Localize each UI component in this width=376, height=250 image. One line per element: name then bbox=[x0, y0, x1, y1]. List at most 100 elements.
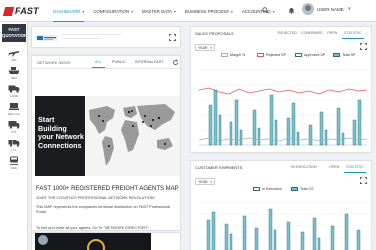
news-subline: JOINT THE LOGISTICS PROFESSIONAL NETWORK… bbox=[36, 196, 155, 200]
customer-shipments-panel: CUSTOMER SHIPMENTS IN EXECUTION OPEN STA… bbox=[190, 160, 372, 250]
menu-business-process[interactable]: BUSINESS PROCESS ▾ bbox=[185, 0, 233, 22]
sidebar-item-sea-lcl-label: SEA LCL bbox=[7, 112, 21, 116]
news-body-link[interactable]: To find and invite all your agents, Go T… bbox=[36, 226, 149, 230]
world-map bbox=[89, 104, 175, 166]
year-dropdown-value: YEAR bbox=[198, 46, 208, 50]
chevron-down-icon[interactable]: ▾ bbox=[348, 6, 351, 12]
sales-proposals-panel: SALES PROPOSALS REJECTED CONFIRMED OPEN … bbox=[190, 26, 372, 153]
menu-master-data[interactable]: MASTER DATA ▾ bbox=[142, 0, 176, 22]
chevron-down-icon: ▾ bbox=[272, 8, 275, 14]
placeholder-line bbox=[62, 34, 122, 35]
menu-accounting[interactable]: ACCOUNTING ▾ bbox=[242, 0, 275, 22]
refresh-icon[interactable] bbox=[172, 59, 179, 66]
network-news-panel: NETWORK NEWS ALL PUBLIC INTERNAL FAST St… bbox=[31, 55, 181, 231]
fast-logo-mark bbox=[2, 6, 15, 16]
truck-icon[interactable] bbox=[8, 84, 20, 93]
ltl-truck-icon[interactable] bbox=[8, 138, 20, 147]
sidebar-item-ltl-label: LTL bbox=[11, 148, 17, 152]
year-dropdown-value: YEAR bbox=[198, 180, 208, 184]
ftl-truck-icon[interactable] bbox=[8, 120, 20, 129]
chevron-down-icon: ▾ bbox=[130, 8, 133, 14]
legend-approved[interactable]: Approved SP bbox=[295, 53, 325, 57]
partner-card bbox=[31, 26, 181, 48]
chevron-down-icon: ▾ bbox=[210, 180, 212, 184]
banner-text: Start Building your Network Connections bbox=[38, 115, 84, 150]
news-title: NETWORK NEWS bbox=[37, 60, 71, 65]
legend-total-label: Total SP bbox=[342, 53, 356, 57]
menu-business-process-label: BUSINESS PROCESS bbox=[184, 8, 229, 14]
tab-statistic[interactable]: STATISTIC bbox=[344, 165, 366, 173]
decorative-ring bbox=[87, 239, 105, 250]
news-card-2[interactable] bbox=[31, 232, 181, 250]
fast-logo[interactable]: FAST bbox=[2, 6, 39, 16]
ship-icon[interactable] bbox=[8, 66, 20, 75]
shipments-chart bbox=[199, 201, 367, 250]
chevron-down-icon: ▾ bbox=[173, 8, 176, 14]
tab-open[interactable]: OPEN bbox=[327, 31, 337, 35]
tab-internal[interactable]: INTERNAL bbox=[135, 60, 154, 64]
legend-swatch bbox=[253, 187, 260, 191]
tab-fast[interactable]: FAST bbox=[154, 60, 164, 64]
legend-total[interactable]: Total SP bbox=[333, 53, 355, 57]
legend-approved-label: Approved SP bbox=[304, 53, 326, 57]
pallet-icon[interactable] bbox=[8, 102, 20, 111]
rail-icon[interactable] bbox=[8, 156, 20, 165]
chevron-down-icon: ▾ bbox=[82, 8, 85, 14]
user-name[interactable]: USER NAME bbox=[317, 7, 344, 12]
sidebar-item-ftl-label: FTL bbox=[11, 130, 17, 134]
expand-icon[interactable] bbox=[360, 177, 367, 184]
tab-statistic[interactable]: STATISTIC bbox=[342, 31, 364, 39]
menu-configuration-label: CONFIGURATION bbox=[93, 8, 129, 14]
tab-in-execution[interactable]: IN EXECUTION bbox=[291, 165, 317, 169]
expand-icon[interactable] bbox=[169, 34, 176, 41]
plane-icon[interactable] bbox=[8, 48, 20, 57]
legend-swatch bbox=[257, 53, 264, 57]
tab-open[interactable]: OPEN bbox=[329, 165, 339, 169]
quotation-sidebar: FAST QUOTATION AIR SEA LAND SEA LCL FTL … bbox=[0, 22, 28, 250]
avatar bbox=[38, 235, 48, 245]
legend-rejected-label: Rejected SP bbox=[266, 53, 286, 57]
menu-dashboard[interactable]: DASHBOARD ▾ bbox=[53, 0, 85, 22]
sidebar-item-air-label: AIR bbox=[11, 58, 17, 62]
legend-in-execution-label: In Execution bbox=[262, 187, 282, 191]
placeholder-line bbox=[62, 38, 102, 39]
fast-logo-text: FAST bbox=[15, 6, 39, 16]
legend-margin[interactable]: Margin % bbox=[221, 53, 245, 57]
menu-master-data-label: MASTER DATA bbox=[141, 8, 172, 14]
chevron-down-icon: ▾ bbox=[210, 46, 212, 50]
menu-dashboard-label: DASHBOARD bbox=[53, 8, 81, 14]
year-dropdown[interactable]: YEAR ▾ bbox=[195, 44, 215, 51]
search-icon[interactable] bbox=[262, 7, 269, 14]
sales-title: SALES PROPOSALS bbox=[195, 31, 234, 36]
tab-all[interactable]: ALL bbox=[92, 60, 105, 68]
tab-rejected[interactable]: REJECTED bbox=[278, 31, 297, 35]
fast-quotation-line2: QUOTATION bbox=[2, 33, 28, 38]
sidebar-item-rail-label: RAIL bbox=[10, 166, 18, 170]
expand-icon[interactable] bbox=[360, 43, 367, 50]
legend-rejected[interactable]: Rejected SP bbox=[257, 53, 286, 57]
bell-icon[interactable] bbox=[288, 7, 295, 14]
legend-total-cs[interactable]: Total CS bbox=[291, 187, 314, 191]
news-tabs: NETWORK NEWS ALL PUBLIC INTERNAL FAST bbox=[32, 56, 180, 69]
sidebar-item-sea-label: SEA bbox=[10, 76, 17, 80]
legend-swatch bbox=[291, 187, 298, 191]
menu-configuration[interactable]: CONFIGURATION ▾ bbox=[93, 0, 133, 22]
tab-public[interactable]: PUBLIC bbox=[112, 60, 126, 64]
partner-logo[interactable] bbox=[36, 34, 58, 42]
news-body: This MAP represents the companies territ… bbox=[36, 205, 171, 214]
legend-swatch bbox=[295, 53, 302, 57]
legend-total-cs-label: Total CS bbox=[300, 187, 314, 191]
fast-quotation-header[interactable]: FAST QUOTATION bbox=[2, 24, 28, 42]
chevron-down-icon: ▾ bbox=[230, 8, 233, 14]
news-card-image bbox=[35, 233, 151, 250]
main-menu: DASHBOARD ▾ CONFIGURATION ▾ MASTER DATA ▾ B… bbox=[53, 0, 284, 22]
tab-confirmed[interactable]: CONFIRMED bbox=[301, 31, 323, 35]
news-headline: FAST 1000+ REGISTERED FREIGHT AGENTS MAP bbox=[36, 186, 179, 192]
news-banner[interactable]: Start Building your Network Connections bbox=[35, 96, 180, 176]
avatar[interactable] bbox=[302, 3, 314, 15]
legend-swatch bbox=[221, 53, 228, 57]
year-dropdown[interactable]: YEAR ▾ bbox=[195, 178, 215, 185]
legend-margin-label: Margin % bbox=[230, 53, 246, 57]
legend-in-execution[interactable]: In Execution bbox=[253, 187, 282, 191]
legend-swatch bbox=[333, 53, 340, 57]
